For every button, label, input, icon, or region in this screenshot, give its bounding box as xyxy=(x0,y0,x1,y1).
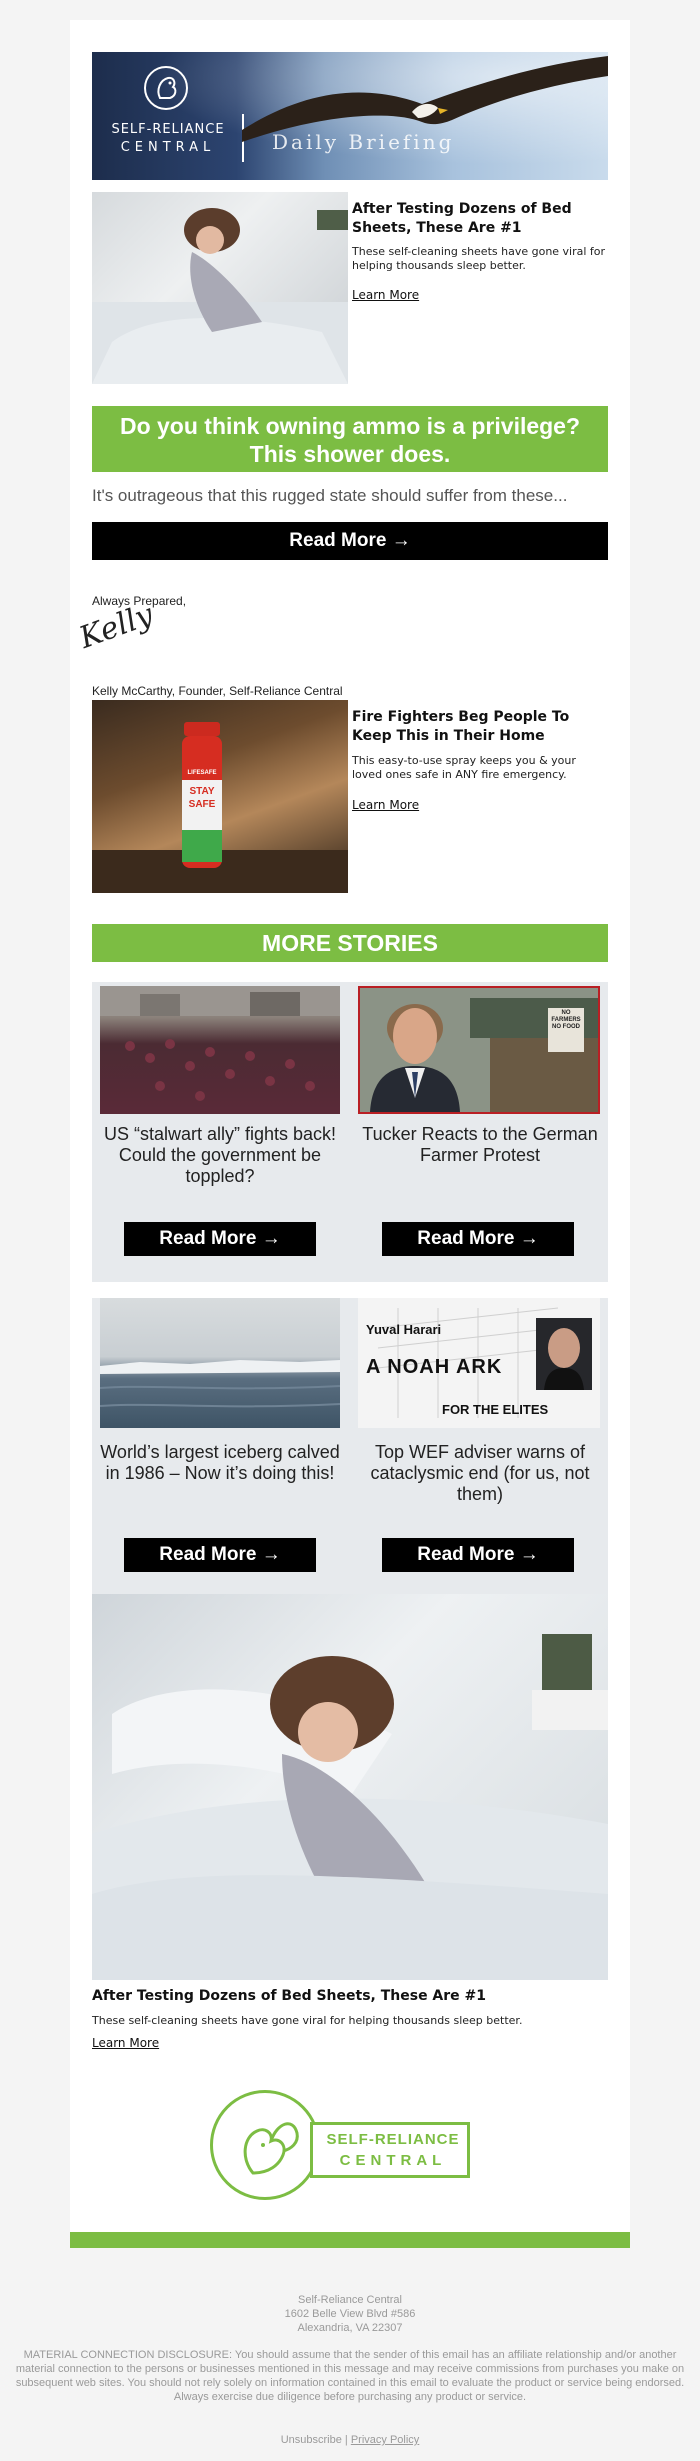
headline-banner[interactable]: Do you think owning ammo is a privilege?… xyxy=(92,406,608,472)
fire-ad-image[interactable]: LIFESAFE STAY SAFE xyxy=(92,700,348,893)
story-4-title[interactable]: Top WEF adviser warns of cataclysmic end… xyxy=(358,1442,602,1505)
signoff-name: Kelly McCarthy, Founder, Self-Reliance C… xyxy=(92,684,343,698)
more-stories-heading: MORE STORIES xyxy=(92,924,608,962)
email-card: SELF-RELIANCE CENTRAL Daily Briefing Aft… xyxy=(70,20,630,2248)
story-1-read-more-button[interactable]: Read More → xyxy=(124,1222,316,1256)
bottom-sheets-ad-image[interactable] xyxy=(92,1594,608,1980)
story-2-title[interactable]: Tucker Reacts to the German Farmer Prote… xyxy=(358,1124,602,1166)
stories-row-1: US “stalwart ally” fights back! Could th… xyxy=(92,982,608,1282)
story-3-image[interactable] xyxy=(100,1298,340,1428)
story-2-sign-text: NO FARMERS NO FOOD xyxy=(551,1010,581,1030)
footer-logo[interactable]: SELF-RELIANCE CENTRAL xyxy=(210,2090,490,2200)
footer-disclosure: MATERIAL CONNECTION DISCLOSURE: You shou… xyxy=(15,2349,685,2403)
signature-image: Kelly xyxy=(74,597,158,656)
sheets-ad-learn-more-link[interactable]: Learn More xyxy=(352,288,419,302)
story-2-read-more-button[interactable]: Read More → xyxy=(382,1222,574,1256)
story-4-read-more-button[interactable]: Read More → xyxy=(382,1538,574,1572)
fire-can-brand: LIFESAFE xyxy=(187,770,217,776)
brand-name-line1: SELF-RELIANCE xyxy=(111,122,225,137)
unsubscribe-link[interactable]: Unsubscribe xyxy=(281,2434,342,2446)
bottom-sheets-ad-learn-more-link[interactable]: Learn More xyxy=(92,2036,159,2050)
brand-name-line2: CENTRAL xyxy=(120,140,216,155)
main-read-more-button[interactable]: Read More → xyxy=(92,522,608,560)
bottom-sheets-ad-title[interactable]: After Testing Dozens of Bed Sheets, Thes… xyxy=(92,1988,608,2004)
footer-links: Unsubscribe | Privacy Policy xyxy=(0,2434,700,2446)
footer-logo-box: SELF-RELIANCE CENTRAL xyxy=(310,2122,470,2178)
teaser-text: It's outrageous that this rugged state s… xyxy=(92,486,568,505)
sheets-ad-image[interactable] xyxy=(92,192,348,384)
fire-can-text-1: STAY xyxy=(189,786,215,797)
story-3-read-more-button[interactable]: Read More → xyxy=(124,1538,316,1572)
fire-ad-title[interactable]: Fire Fighters Beg People To Keep This in… xyxy=(352,708,608,746)
footer-address-2: Alexandria, VA 22307 xyxy=(297,2322,403,2334)
story-4-image-title: A NOAH ARK xyxy=(366,1356,503,1378)
fire-can-text-2: SAFE xyxy=(188,799,216,810)
footer-logo-line2: CENTRAL xyxy=(339,2152,447,2169)
footer-address-1: 1602 Belle View Blvd #586 xyxy=(284,2308,416,2320)
story-2-image[interactable]: NO FARMERS NO FOOD xyxy=(358,986,600,1114)
footer-link-separator: | xyxy=(344,2434,348,2446)
story-4-image[interactable]: Yuval Harari A NOAH ARK FOR THE ELITES xyxy=(358,1298,600,1428)
story-3-title[interactable]: World’s largest iceberg calved in 1986 –… xyxy=(98,1442,342,1484)
story-4-image-name: Yuval Harari xyxy=(366,1322,442,1337)
fire-ad-learn-more-link[interactable]: Learn More xyxy=(352,798,419,812)
brand-logo-icon xyxy=(144,66,188,110)
squirrel-icon xyxy=(210,2090,320,2200)
header-tagline: Daily Briefing xyxy=(272,130,455,154)
privacy-policy-link[interactable]: Privacy Policy xyxy=(351,2434,419,2446)
sheets-ad-body: These self-cleaning sheets have gone vir… xyxy=(352,245,606,272)
story-1-image[interactable] xyxy=(100,986,340,1114)
stories-row-2: World’s largest iceberg calved in 1986 –… xyxy=(92,1298,608,1598)
story-4-image-subtitle: FOR THE ELITES xyxy=(442,1402,549,1417)
header-banner[interactable]: SELF-RELIANCE CENTRAL Daily Briefing xyxy=(92,52,608,180)
footer-green-stripe xyxy=(70,2232,630,2248)
sheets-ad-title[interactable]: After Testing Dozens of Bed Sheets, Thes… xyxy=(352,200,602,238)
footer-company: Self-Reliance Central xyxy=(298,2294,402,2306)
fire-ad-body: This easy-to-use spray keeps you & your … xyxy=(352,754,576,781)
bottom-sheets-ad-body: These self-cleaning sheets have gone vir… xyxy=(92,2014,523,2027)
footer-logo-line1: SELF-RELIANCE xyxy=(326,2131,460,2148)
story-1-title[interactable]: US “stalwart ally” fights back! Could th… xyxy=(98,1124,342,1187)
